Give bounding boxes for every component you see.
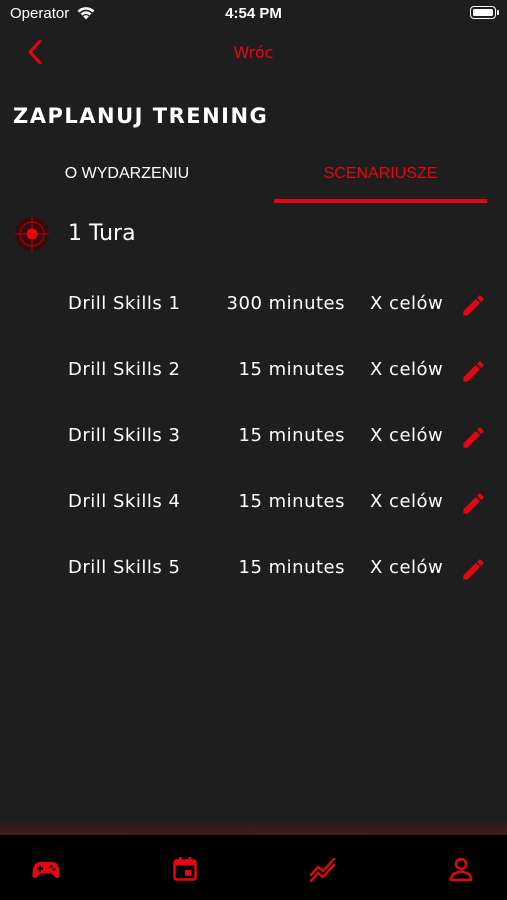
page-title: ZAPLANUJ TRENING	[13, 104, 269, 128]
round-title: 1 Tura	[68, 221, 136, 246]
profile-icon[interactable]	[447, 855, 475, 883]
drill-targets: X celów	[370, 359, 444, 380]
edit-pencil-icon[interactable]	[460, 490, 487, 517]
drill-targets: X celów	[370, 293, 444, 314]
drill-duration: 300 minutes	[226, 293, 345, 314]
tab-scenarios[interactable]: SCENARIUSZE	[274, 148, 487, 203]
bottom-tab-bar	[0, 835, 507, 900]
edit-pencil-icon[interactable]	[460, 292, 487, 319]
drill-targets: X celów	[370, 425, 444, 446]
drill-row: Drill Skills 3 15 minutes X celów	[0, 416, 507, 456]
drill-row: Drill Skills 2 15 minutes X celów	[0, 350, 507, 390]
edit-pencil-icon[interactable]	[460, 358, 487, 385]
drill-name: Drill Skills 2	[68, 359, 181, 380]
drill-name: Drill Skills 1	[68, 293, 181, 314]
drill-row: Drill Skills 5 15 minutes X celów	[0, 548, 507, 588]
drill-targets: X celów	[370, 557, 444, 578]
drill-duration: 15 minutes	[238, 491, 345, 512]
gamepad-icon[interactable]	[32, 855, 60, 883]
active-tab-indicator	[274, 199, 487, 203]
edit-pencil-icon[interactable]	[460, 424, 487, 451]
back-button[interactable]: Wróc	[234, 43, 274, 62]
back-chevron-icon[interactable]	[22, 38, 50, 66]
drill-targets: X celów	[370, 491, 444, 512]
drill-name: Drill Skills 4	[68, 491, 181, 512]
calendar-icon[interactable]	[171, 855, 199, 883]
edit-pencil-icon[interactable]	[460, 556, 487, 583]
drill-duration: 15 minutes	[238, 425, 345, 446]
chart-trend-icon[interactable]	[309, 855, 337, 883]
drill-row: Drill Skills 1 300 minutes X celów	[0, 284, 507, 324]
tab-event-details[interactable]: O WYDARZENIU	[0, 148, 254, 203]
drill-name: Drill Skills 3	[68, 425, 181, 446]
status-bar: Operator 4:54 PM	[0, 0, 507, 30]
drill-duration: 15 minutes	[238, 557, 345, 578]
battery-icon	[470, 6, 499, 19]
drill-name: Drill Skills 5	[68, 557, 181, 578]
status-time: 4:54 PM	[225, 5, 282, 22]
drill-row: Drill Skills 4 15 minutes X celów	[0, 482, 507, 522]
target-icon	[14, 216, 50, 252]
drill-duration: 15 minutes	[238, 359, 345, 380]
